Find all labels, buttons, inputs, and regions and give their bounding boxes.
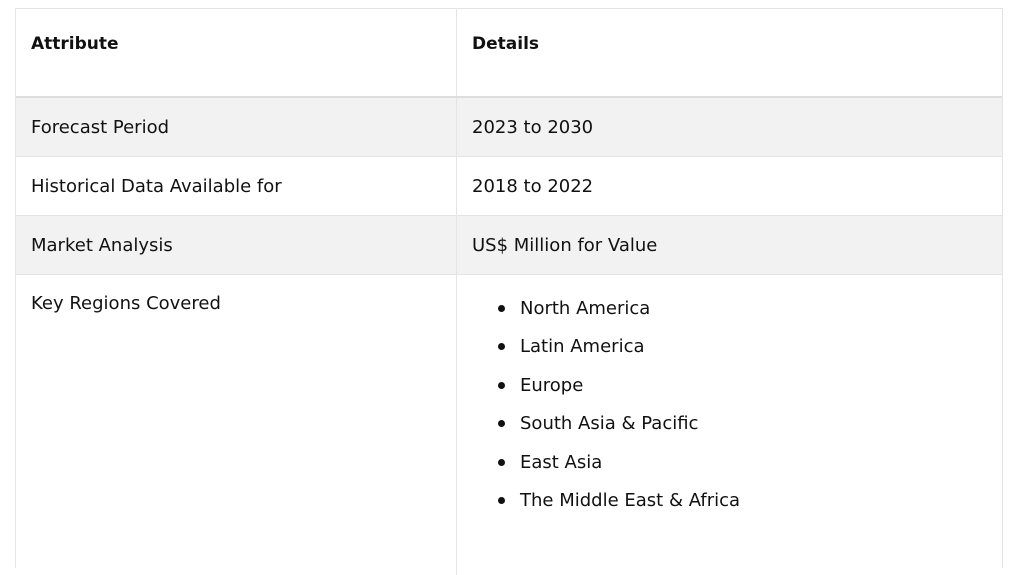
bullet-icon xyxy=(498,304,505,312)
row-attribute: Market Analysis xyxy=(16,216,457,274)
list-item: South Asia & Pacific xyxy=(498,405,1002,444)
attributes-table: Attribute Details Forecast Period 2023 t… xyxy=(15,8,1003,575)
list-item: Latin America xyxy=(498,328,1002,367)
list-item: North America xyxy=(498,289,1002,328)
bullet-icon xyxy=(498,381,505,389)
table-header-row: Attribute Details xyxy=(16,9,1002,98)
region-label: South Asia & Pacific xyxy=(520,413,699,435)
row-details: 2018 to 2022 xyxy=(472,175,594,197)
table-row-regions: Key Regions Covered North America Latin … xyxy=(16,275,1002,575)
region-label: North America xyxy=(520,297,651,319)
region-label: Latin America xyxy=(520,336,645,358)
regions-cell: North America Latin America Europe South… xyxy=(457,275,1002,575)
table-row: Historical Data Available for 2018 to 20… xyxy=(16,157,1002,216)
header-attribute: Attribute xyxy=(16,9,457,96)
regions-list: North America Latin America Europe South… xyxy=(472,289,1002,520)
table-row: Market Analysis US$ Million for Value xyxy=(16,216,1002,275)
bullet-icon xyxy=(498,458,505,466)
row-details: 2023 to 2030 xyxy=(472,116,594,138)
bullet-icon xyxy=(498,497,505,505)
region-label: East Asia xyxy=(520,451,603,473)
region-label: The Middle East & Africa xyxy=(520,490,741,512)
bullet-icon xyxy=(498,343,505,351)
bullet-icon xyxy=(498,420,505,428)
row-details: US$ Million for Value xyxy=(472,234,658,256)
table-row: Forecast Period 2023 to 2030 xyxy=(16,98,1002,157)
region-label: Europe xyxy=(520,374,584,396)
list-item: East Asia xyxy=(498,443,1002,482)
list-item: The Middle East & Africa xyxy=(498,482,1002,521)
row-attribute: Forecast Period xyxy=(16,98,457,156)
list-item: Europe xyxy=(498,366,1002,405)
row-attribute: Key Regions Covered xyxy=(16,275,457,575)
header-details: Details xyxy=(472,34,540,54)
row-attribute: Historical Data Available for xyxy=(16,157,457,215)
